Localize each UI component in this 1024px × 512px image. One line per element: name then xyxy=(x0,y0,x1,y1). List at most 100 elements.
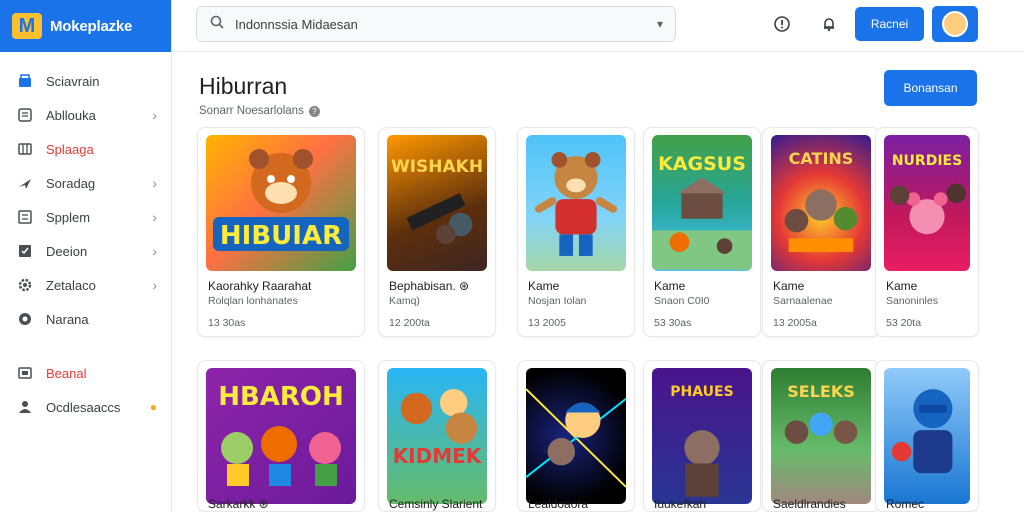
game-card[interactable]: KIDMEK Cemsinly Slarient xyxy=(378,360,496,512)
game-meta: 13 2005 xyxy=(528,317,566,329)
gear-icon xyxy=(16,276,34,294)
game-card[interactable]: NURDIES Kame Sanoninles 53 20ta xyxy=(875,127,979,337)
game-card[interactable]: Lealdoaora xyxy=(517,360,635,512)
game-thumbnail-title: HBAROH xyxy=(218,382,344,412)
sidebar-item-label: Ocdlesaaccs xyxy=(46,399,121,415)
sidebar: M Mokeplazke Sciavrain Abllouka › Splaag… xyxy=(0,0,172,512)
game-publisher: Sarnaalenae xyxy=(773,295,833,307)
main-action-button[interactable]: Bonansan xyxy=(884,70,977,106)
game-title: Kame xyxy=(773,279,805,293)
help-icon[interactable]: ? xyxy=(308,105,320,117)
sidebar-item-bottom-1[interactable]: Ocdlesaaccs ● xyxy=(0,390,171,424)
main-content: Hiburran Sonarr Noesarlolans ? Bonansan … xyxy=(172,53,1024,512)
game-thumbnail xyxy=(526,135,626,271)
game-card[interactable]: HBAROH Sarkarkk ⊛ xyxy=(197,360,365,512)
game-meta: 13 2005a xyxy=(773,317,817,329)
bell-icon[interactable] xyxy=(818,13,840,35)
mail-icon xyxy=(16,364,34,382)
game-card[interactable]: SELEKS Saeldlrandies xyxy=(762,360,880,512)
game-title: Saeldlrandies xyxy=(773,497,846,511)
game-thumbnail-title: CATINS xyxy=(788,149,854,168)
game-thumbnail-title: PHAUES xyxy=(670,384,734,400)
game-thumbnail: KAGSUS xyxy=(652,135,752,271)
game-thumbnail: WISHAKH xyxy=(387,135,487,271)
game-thumbnail: SELEKS xyxy=(771,368,871,504)
page-subtitle-text: Sonarr Noesarlolans xyxy=(199,105,304,117)
game-card[interactable]: HIBUIAR Kaorahky Raarahat Rolqlan lonhan… xyxy=(197,127,365,337)
game-thumbnail: HIBUIAR xyxy=(206,135,356,271)
sidebar-item-label: Splaaga xyxy=(46,141,94,157)
game-thumbnail: KIDMEK xyxy=(387,368,487,504)
sidebar-item-2[interactable]: Splaaga xyxy=(0,132,171,166)
sidebar-item-4[interactable]: Spplem › xyxy=(0,200,171,234)
chevron-right-icon: › xyxy=(152,107,157,123)
game-thumbnail-title: NURDIES xyxy=(891,153,963,169)
game-thumbnail: CATINS xyxy=(771,135,871,271)
sidebar-item-label: Beanal xyxy=(46,365,87,381)
chevron-right-icon: › xyxy=(152,175,157,191)
game-card[interactable]: Romec xyxy=(875,360,979,512)
profile-button[interactable] xyxy=(932,6,978,42)
sidebar-divider xyxy=(0,336,171,356)
sidebar-item-bottom-0[interactable]: Beanal xyxy=(0,356,171,390)
game-title: Cemsinly Slarient xyxy=(389,497,483,511)
brand-header[interactable]: M Mokeplazke xyxy=(0,0,171,52)
game-thumbnail: NURDIES xyxy=(884,135,970,271)
game-meta: 12 200ta xyxy=(389,317,430,329)
sidebar-item-label: Soradag xyxy=(46,175,96,191)
topbar-action-button[interactable]: Racnei xyxy=(855,7,924,41)
search-input[interactable] xyxy=(235,16,647,32)
checkbox-icon xyxy=(16,242,34,260)
game-card[interactable]: WISHAKH Bephabisan. ⊛ Kamq) 12 200ta xyxy=(378,127,496,337)
game-thumbnail-title: HIBUIAR xyxy=(219,221,343,251)
brand-logo-icon: M xyxy=(12,13,42,39)
list-icon xyxy=(16,208,34,226)
game-title: Iuukefkah xyxy=(654,497,707,511)
search-bar[interactable]: ▾ xyxy=(196,6,676,42)
game-card[interactable]: PHAUES Iuukefkah xyxy=(643,360,761,512)
sidebar-item-label: Narana xyxy=(46,311,89,327)
game-thumbnail-title: SELEKS xyxy=(787,382,855,401)
sidebar-item-5[interactable]: Deeion › xyxy=(0,234,171,268)
sidebar-item-label: Sciavrain xyxy=(46,73,100,89)
game-title: Romec xyxy=(886,497,925,511)
info-icon[interactable] xyxy=(771,13,793,35)
apps-icon xyxy=(16,106,34,124)
chevron-right-icon: › xyxy=(152,243,157,259)
search-icon xyxy=(209,14,225,35)
chevron-right-icon: › xyxy=(152,277,157,293)
game-publisher: Snaon C0I0 xyxy=(654,295,710,307)
search-dropdown-icon[interactable]: ▾ xyxy=(657,17,663,31)
game-thumbnail: PHAUES xyxy=(652,368,752,504)
sidebar-item-7[interactable]: Narana xyxy=(0,302,171,336)
sidebar-item-1[interactable]: Abllouka › xyxy=(0,98,171,132)
sidebar-item-6[interactable]: Zetalaco › xyxy=(0,268,171,302)
sidebar-item-label: Deeion xyxy=(46,243,88,259)
game-card[interactable]: KAGSUS Kame Snaon C0I0 53 30as xyxy=(643,127,761,337)
send-icon xyxy=(16,174,34,192)
sidebar-item-0[interactable]: Sciavrain xyxy=(0,64,171,98)
brand-name: Mokeplazke xyxy=(50,17,133,35)
game-thumbnail xyxy=(884,368,970,504)
store-icon xyxy=(16,72,34,90)
game-thumbnail xyxy=(526,368,626,504)
avatar xyxy=(942,11,968,37)
game-title: Bephabisan. ⊛ xyxy=(389,279,470,293)
game-card[interactable]: Kame Nosjan Iolan 13 2005 xyxy=(517,127,635,337)
sidebar-item-3[interactable]: Soradag › xyxy=(0,166,171,200)
topbar: ▾ Racnei xyxy=(172,0,1024,52)
game-thumbnail-title: WISHAKH xyxy=(390,157,484,177)
chevron-right-icon: › xyxy=(152,209,157,225)
sidebar-item-label: Abllouka xyxy=(46,107,96,123)
game-publisher: Rolqlan lonhanates xyxy=(208,295,298,307)
game-card[interactable]: CATINS Kame Sarnaalenae 13 2005a xyxy=(762,127,880,337)
game-publisher: Nosjan Iolan xyxy=(528,295,587,307)
game-title: Kame xyxy=(528,279,560,293)
page-subtitle: Sonarr Noesarlolans ? xyxy=(199,105,320,117)
game-publisher: Sanoninles xyxy=(886,295,938,307)
page-title: Hiburran xyxy=(199,73,288,99)
grid-icon xyxy=(16,140,34,158)
game-thumbnail-title: KIDMEK xyxy=(392,444,482,468)
game-title: Lealdoaora xyxy=(528,497,589,511)
coin-badge: ● xyxy=(149,400,157,414)
